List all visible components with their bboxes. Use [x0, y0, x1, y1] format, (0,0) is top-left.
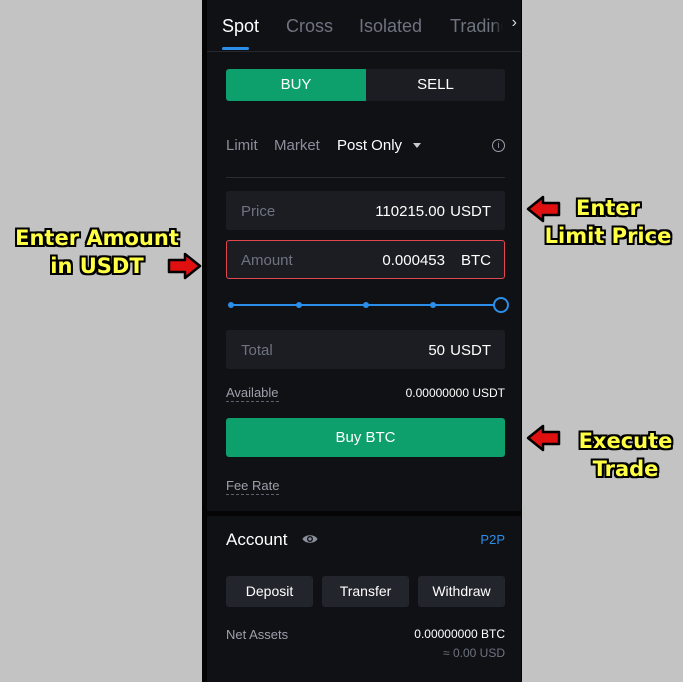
trading-panel: Spot Cross Isolated Trading › BUY SELL L… — [207, 0, 521, 682]
order-type-market[interactable]: Market — [274, 137, 320, 154]
info-icon[interactable]: i — [492, 139, 505, 152]
chevron-right-icon[interactable]: › — [493, 14, 517, 40]
available-label[interactable]: Available — [226, 385, 279, 402]
annotation-enter-amount: Enter Amount in USDT — [0, 224, 194, 280]
order-type-selector: Limit Market Post Only i — [226, 137, 505, 157]
slider-handle[interactable] — [493, 297, 509, 313]
slider-mark-0[interactable] — [228, 302, 234, 308]
divider — [226, 177, 505, 178]
order-type-limit[interactable]: Limit — [226, 137, 258, 154]
chevron-down-icon[interactable] — [413, 143, 421, 148]
buy-toggle-button[interactable]: BUY — [226, 69, 366, 101]
total-unit: USDT — [450, 342, 491, 359]
active-tab-indicator — [222, 47, 249, 50]
buy-btc-button[interactable]: Buy BTC — [226, 418, 505, 457]
price-value[interactable]: 110215.00 — [375, 203, 445, 220]
slider-mark-75[interactable] — [430, 302, 436, 308]
slider-mark-50[interactable] — [363, 302, 369, 308]
total-label: Total — [241, 342, 273, 359]
amount-unit: BTC — [461, 252, 491, 269]
eye-icon[interactable] — [302, 533, 318, 545]
slider-mark-25[interactable] — [296, 302, 302, 308]
annotation-execute-line2: Trade — [592, 457, 659, 481]
section-divider — [207, 511, 521, 516]
deposit-button[interactable]: Deposit — [226, 576, 313, 607]
transfer-button[interactable]: Transfer — [322, 576, 409, 607]
amount-slider[interactable] — [227, 296, 509, 314]
tab-cross[interactable]: Cross — [286, 16, 333, 37]
arrow-left-icon — [526, 195, 561, 223]
price-input[interactable]: Price 110215.00 USDT — [226, 191, 505, 230]
tab-spot[interactable]: Spot — [222, 16, 259, 37]
arrow-left-icon — [526, 424, 561, 452]
amount-input[interactable]: Amount 0.000453 BTC — [226, 240, 505, 279]
total-input[interactable]: Total 50 USDT — [226, 330, 505, 369]
withdraw-button[interactable]: Withdraw — [418, 576, 505, 607]
annotation-amount-line2: in USDT — [50, 254, 144, 278]
order-type-post-only[interactable]: Post Only — [337, 137, 402, 154]
available-value: 0.00000000 USDT — [405, 386, 505, 400]
account-title: Account — [226, 530, 288, 549]
net-assets-label: Net Assets — [226, 627, 289, 642]
net-assets-usd: ≈ 0.00 USD — [443, 646, 505, 660]
annotation-amount-line1: Enter Amount — [15, 226, 179, 250]
market-tabs: Spot Cross Isolated Trading › — [207, 0, 521, 52]
p2p-link[interactable]: P2P — [480, 532, 505, 547]
annotation-execute-trade: Execute Trade — [568, 427, 683, 483]
available-balance: Available 0.00000000 USDT — [226, 385, 505, 405]
total-value[interactable]: 50 — [428, 342, 445, 359]
amount-value[interactable]: 0.000453 — [382, 252, 445, 269]
amount-label: Amount — [241, 252, 293, 269]
arrow-right-icon — [167, 252, 202, 280]
annotation-price-line2: Limit Price — [544, 224, 672, 248]
fee-rate-link[interactable]: Fee Rate — [226, 478, 280, 495]
price-label: Price — [241, 203, 276, 220]
side-toggle: BUY SELL — [226, 69, 505, 101]
annotation-execute-line1: Execute — [578, 429, 673, 453]
price-unit: USDT — [450, 203, 491, 220]
tab-isolated[interactable]: Isolated — [359, 16, 422, 37]
net-assets-btc: 0.00000000 BTC — [414, 627, 505, 641]
sell-toggle-button[interactable]: SELL — [366, 69, 505, 101]
